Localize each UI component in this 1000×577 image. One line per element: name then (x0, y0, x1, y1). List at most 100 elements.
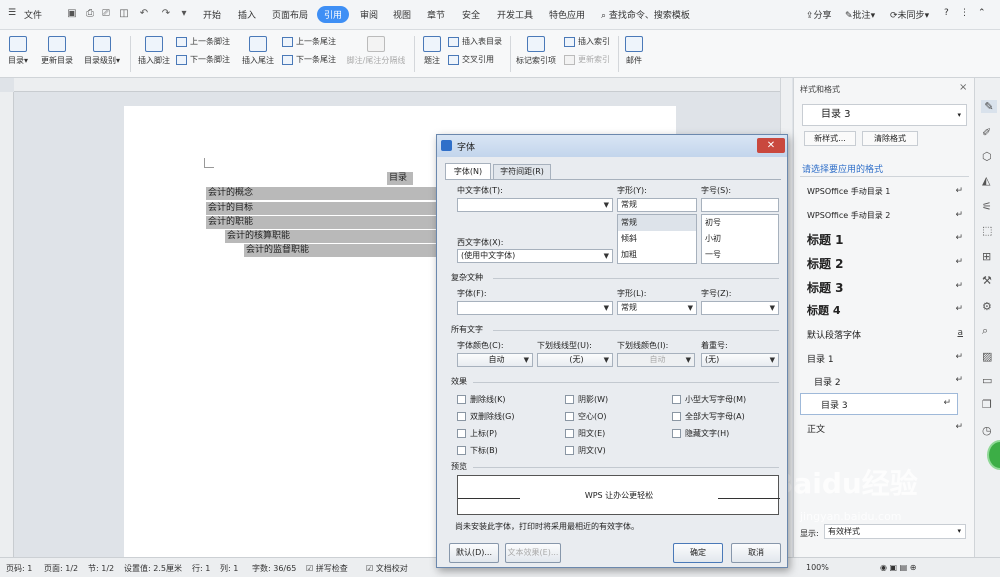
horizontal-ruler[interactable] (14, 78, 780, 92)
emboss-checkbox[interactable]: 阳文(E) (565, 428, 605, 439)
style-item[interactable]: WPSOffice 手动目录 2 ↵ (800, 206, 969, 228)
fill-icon[interactable]: ◭ (982, 174, 990, 187)
prev-footnote-button[interactable]: 上一条脚注 (176, 36, 230, 47)
font-style-input[interactable]: 常规 (617, 198, 697, 212)
prev-endnote-button[interactable]: 上一条尾注 (282, 36, 336, 47)
zoom-level[interactable]: 100% (806, 563, 829, 572)
insert-footnote-button[interactable]: 插入脚注 (136, 36, 172, 66)
history-icon[interactable]: ◷ (982, 424, 992, 437)
cn-font-select[interactable]: ▼ (457, 198, 613, 212)
gear-icon[interactable]: ⚙ (982, 300, 992, 313)
print-icon[interactable]: ⎚ (100, 8, 112, 20)
small-caps-checkbox[interactable]: 小型大写字母(M) (672, 394, 746, 405)
shadow-checkbox[interactable]: 阴影(W) (565, 394, 608, 405)
preview-icon[interactable]: ◫ (118, 8, 130, 20)
menu-icon[interactable]: ☰ (8, 8, 16, 18)
style-item[interactable]: 标题 4 ↵ (800, 300, 969, 322)
spell-check-button[interactable]: ☑ 拼写检查 (306, 563, 348, 574)
dropdown-icon[interactable]: ▾ (178, 8, 190, 20)
toc-button[interactable]: 目录▾ (6, 36, 30, 66)
toc-level-button[interactable]: 目录级别▾ (80, 36, 124, 66)
tab-font[interactable]: 字体(N) (445, 163, 491, 179)
ok-button[interactable]: 确定 (673, 543, 723, 563)
complex-size-select[interactable]: ▼ (701, 301, 779, 315)
style-item[interactable]: 正文 ↵ (800, 418, 969, 440)
style-item[interactable]: 目录 2 ↵ (800, 371, 969, 393)
insert-table-toc-button[interactable]: 插入表目录 (448, 36, 502, 47)
assistant-icon[interactable] (987, 440, 1000, 470)
style-item[interactable]: 默认段落字体 a (800, 324, 969, 346)
west-font-select[interactable]: (使用中文字体) ▼ (457, 249, 613, 263)
font-size-list[interactable]: 初号 小初 一号 (701, 214, 779, 264)
adjust-icon[interactable]: ⚟ (982, 200, 992, 213)
font-style-option[interactable]: 常规 (618, 215, 696, 231)
cancel-button[interactable]: 取消 (731, 543, 781, 563)
tab-security[interactable]: 安全 (462, 8, 480, 21)
update-toc-button[interactable]: 更新目录 (38, 36, 76, 66)
comment-button[interactable]: ✎批注▾ (845, 8, 875, 21)
dialog-titlebar[interactable]: 字体 ✕ (437, 135, 787, 157)
brush-icon[interactable]: ✐ (982, 126, 991, 139)
tools-icon[interactable]: ⚒ (982, 274, 992, 287)
font-size-option[interactable]: 一号 (702, 247, 778, 263)
hidden-text-checkbox[interactable]: 隐藏文字(H) (672, 428, 729, 439)
image-icon[interactable]: ▨ (982, 350, 992, 363)
complex-style-select[interactable]: 常规 ▼ (617, 301, 697, 315)
all-caps-checkbox[interactable]: 全部大写字母(A) (672, 411, 745, 422)
engrave-checkbox[interactable]: 阴文(V) (565, 445, 606, 456)
font-size-input[interactable] (701, 198, 779, 212)
current-style-box[interactable]: 目录 3 ▾ (802, 104, 967, 126)
close-button[interactable]: ✕ (757, 138, 785, 153)
style-item[interactable]: 标题 1 ↵ (800, 229, 969, 251)
tab-character-spacing[interactable]: 字符间距(R) (493, 164, 551, 179)
tab-special[interactable]: 特色应用 (549, 8, 585, 21)
search-icon[interactable]: ⌕ (982, 324, 988, 338)
export-icon[interactable]: ⎙ (84, 8, 96, 20)
share-button[interactable]: ⇪分享 (806, 8, 832, 21)
mail-button[interactable]: 邮件 (622, 36, 646, 66)
update-index-button[interactable]: 更新索引 (564, 54, 610, 65)
file-menu[interactable]: 文件 (24, 8, 42, 21)
close-icon[interactable]: × (959, 82, 967, 93)
tab-chapter[interactable]: 章节 (427, 8, 445, 21)
cross-reference-button[interactable]: 交叉引用 (448, 54, 494, 65)
style-item[interactable]: 目录 1 ↵ (800, 348, 969, 370)
tab-insert[interactable]: 插入 (238, 8, 256, 21)
tab-review[interactable]: 审阅 (360, 8, 378, 21)
clear-format-button[interactable]: 清除格式 (862, 131, 918, 146)
footnote-separator-button[interactable]: 脚注/尾注分隔线 (344, 36, 408, 66)
show-filter-select[interactable]: 有效样式 ▾ (824, 524, 966, 539)
style-item[interactable]: 标题 2 ↵ (800, 253, 969, 275)
double-strikethrough-checkbox[interactable]: 双删除线(G) (457, 411, 514, 422)
insert-index-button[interactable]: 插入索引 (564, 36, 610, 47)
font-color-select[interactable]: 自动 ▼ (457, 353, 533, 367)
outline-checkbox[interactable]: 空心(O) (565, 411, 607, 422)
underline-style-select[interactable]: (无) ▼ (537, 353, 613, 367)
tab-reference[interactable]: 引用 (317, 6, 350, 23)
proofread-button[interactable]: ☑ 文档校对 (366, 563, 408, 574)
font-size-option[interactable]: 初号 (702, 215, 778, 231)
next-footnote-button[interactable]: 下一条脚注 (176, 54, 230, 65)
vertical-ruler[interactable] (0, 92, 14, 557)
shapes-icon[interactable]: ⬡ (982, 150, 992, 163)
collapse-icon[interactable]: ⌃ (978, 8, 986, 18)
layers-icon[interactable]: ❐ (982, 398, 992, 411)
font-size-option[interactable]: 小初 (702, 231, 778, 247)
select-icon[interactable]: ⬚ (982, 224, 992, 237)
save-icon[interactable]: ▣ (66, 8, 78, 20)
search-box[interactable]: ⌕ 查找命令、搜索模板 (601, 8, 690, 21)
font-style-option[interactable]: 倾斜 (618, 231, 696, 247)
new-style-button[interactable]: 新样式... (804, 131, 856, 146)
emphasis-select[interactable]: (无) ▼ (701, 353, 779, 367)
strikethrough-checkbox[interactable]: 删除线(K) (457, 394, 506, 405)
redo-icon[interactable]: ↷ (160, 8, 172, 20)
tab-layout[interactable]: 页面布局 (272, 8, 308, 21)
style-item[interactable]: 标题 3 ↵ (800, 277, 969, 299)
next-endnote-button[interactable]: 下一条尾注 (282, 54, 336, 65)
insert-endnote-button[interactable]: 插入尾注 (238, 36, 278, 66)
style-item-selected[interactable]: 目录 3 ↵ (800, 393, 958, 415)
mark-index-button[interactable]: 标记索引项 (514, 36, 558, 66)
text-effect-button[interactable]: 文本效果(E)... (505, 543, 561, 563)
help-icon[interactable]: ? (944, 8, 949, 18)
subscript-checkbox[interactable]: 下标(B) (457, 445, 498, 456)
